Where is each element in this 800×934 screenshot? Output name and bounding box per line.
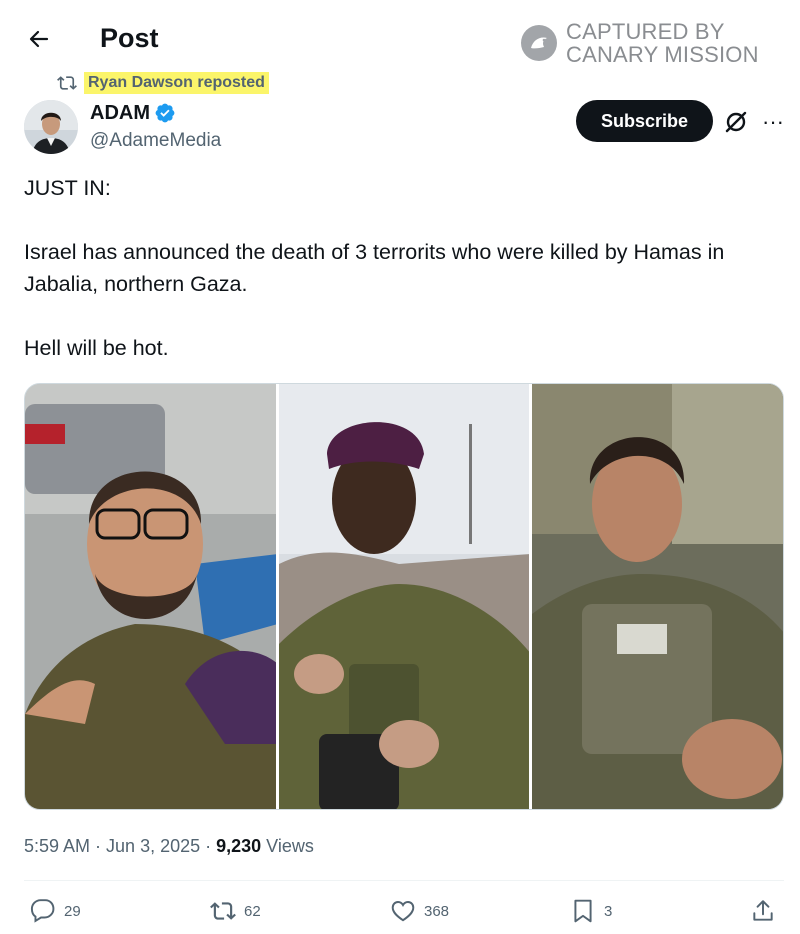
reply-icon xyxy=(30,899,55,923)
tweet-text: JUST IN: Israel has announced the death … xyxy=(24,172,784,364)
photo-3-image xyxy=(532,384,783,809)
more-icon: ··· xyxy=(762,109,784,134)
repost-label: Ryan Dawson reposted xyxy=(84,72,269,94)
post-date[interactable]: Jun 3, 2025 xyxy=(106,836,200,856)
repost-count: 62 xyxy=(244,902,261,920)
post-time[interactable]: 5:59 AM xyxy=(24,836,90,856)
more-button[interactable]: ··· xyxy=(758,108,788,136)
back-arrow-icon xyxy=(29,30,49,48)
divider xyxy=(24,880,784,881)
watermark-line-1: CAPTURED BY xyxy=(566,19,725,44)
subscribe-button[interactable]: Subscribe xyxy=(576,100,713,142)
share-button[interactable] xyxy=(750,898,784,924)
like-button[interactable]: 368 xyxy=(390,898,449,924)
bookmark-count: 3 xyxy=(604,902,613,920)
meta-separator: · xyxy=(200,836,217,856)
tweet-spacer xyxy=(24,300,784,332)
photo-2-image xyxy=(278,384,530,809)
repost-icon xyxy=(57,76,77,90)
grok-button[interactable] xyxy=(722,108,750,136)
photo-1[interactable] xyxy=(25,384,276,809)
share-icon xyxy=(753,900,773,921)
repost-button[interactable]: 62 xyxy=(210,898,261,924)
repost-indicator[interactable]: Ryan Dawson reposted xyxy=(56,72,269,94)
tweet-line-1: JUST IN: xyxy=(24,176,111,200)
grok-icon xyxy=(725,111,747,133)
photo-3[interactable] xyxy=(532,384,783,809)
author-name-row[interactable]: ADAM xyxy=(90,101,176,125)
canary-logo-icon xyxy=(521,25,557,61)
watermark: CAPTURED BY CANARY MISSION xyxy=(520,20,790,70)
media-grid[interactable] xyxy=(24,383,784,810)
tweet-spacer xyxy=(24,204,784,236)
avatar[interactable] xyxy=(24,100,78,154)
photo-1-image xyxy=(25,384,276,809)
bookmark-button[interactable]: 3 xyxy=(570,898,612,924)
tweet-line-3: Hell will be hot. xyxy=(24,336,169,360)
meta-separator: · xyxy=(90,836,107,856)
author-name[interactable]: ADAM xyxy=(90,101,150,125)
reply-count: 29 xyxy=(64,902,81,920)
action-bar: 29 62 368 3 xyxy=(24,898,784,930)
page-title: Post xyxy=(100,23,159,53)
tweet-meta: 5:59 AM · Jun 3, 2025 · 9,230 Views xyxy=(24,834,314,858)
tweet-line-2: Israel has announced the death of 3 terr… xyxy=(24,240,725,296)
like-count: 368 xyxy=(424,902,450,920)
back-button[interactable] xyxy=(22,22,56,56)
photo-2[interactable] xyxy=(278,384,530,809)
verified-badge-icon xyxy=(155,103,175,123)
like-icon xyxy=(391,901,415,922)
avatar-image xyxy=(24,100,78,154)
views-label: Views xyxy=(261,836,314,856)
views-count: 9,230 xyxy=(216,836,262,856)
repost-icon xyxy=(210,902,236,920)
watermark-line-2: CANARY MISSION xyxy=(566,42,759,67)
reply-button[interactable]: 29 xyxy=(30,898,81,924)
author-handle[interactable]: @AdameMedia xyxy=(90,129,221,153)
bookmark-icon xyxy=(574,899,592,923)
